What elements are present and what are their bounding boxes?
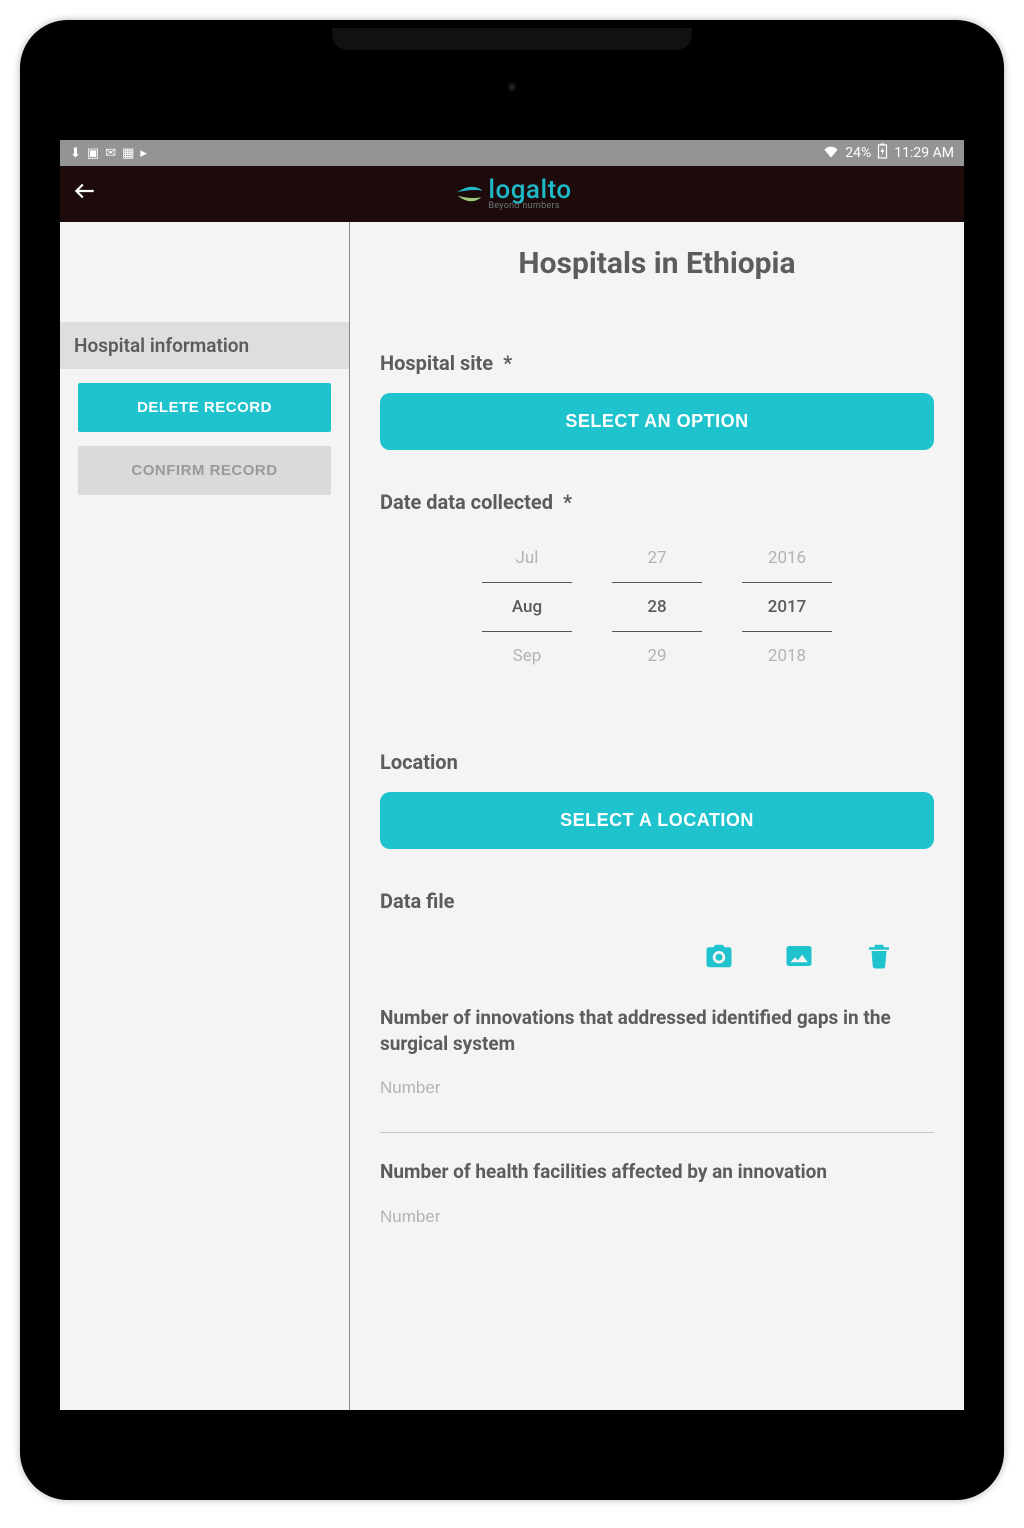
confirm-record-button[interactable]: CONFIRM RECORD — [78, 446, 331, 495]
download-icon: ⬇ — [70, 146, 81, 161]
month-selected[interactable]: Aug — [482, 582, 572, 632]
page-title: Hospitals in Ethiopia — [380, 246, 934, 281]
divider — [380, 1132, 934, 1133]
year-column[interactable]: 2016 2017 2018 — [742, 534, 832, 680]
question-innovations-label: Number of innovations that addressed ide… — [380, 1005, 934, 1056]
day-next[interactable]: 29 — [612, 632, 702, 680]
status-bar: ⬇ ▣ ✉ ▦ ▸ 24% 11:29 AM — [60, 140, 964, 166]
date-collected-label: Date data collected * — [380, 490, 934, 514]
app-logo: logalto Beyond numbers — [452, 177, 571, 211]
app-icon: ▦ — [122, 146, 134, 161]
trash-icon[interactable] — [864, 941, 894, 971]
screen: ⬇ ▣ ✉ ▦ ▸ 24% 11:29 AM — [60, 140, 964, 1410]
hospital-site-label-text: Hospital site — [380, 351, 493, 375]
select-option-button[interactable]: SELECT AN OPTION — [380, 393, 934, 450]
battery-percent: 24% — [845, 145, 871, 161]
app-header: logalto Beyond numbers — [60, 166, 964, 222]
year-next[interactable]: 2018 — [742, 632, 832, 680]
date-collected-label-text: Date data collected — [380, 490, 553, 514]
required-asterisk: * — [503, 351, 512, 375]
select-location-button[interactable]: SELECT A LOCATION — [380, 792, 934, 849]
main-panel: Hospitals in Ethiopia Hospital site * SE… — [350, 222, 964, 1410]
data-file-label: Data file — [380, 889, 934, 913]
location-label: Location — [380, 750, 934, 774]
mail-icon: ✉ — [105, 146, 116, 161]
month-prev[interactable]: Jul — [482, 534, 572, 582]
tablet-camera — [507, 82, 517, 92]
month-column[interactable]: Jul Aug Sep — [482, 534, 572, 680]
camera-icon[interactable] — [704, 941, 734, 971]
content-area: Hospital information DELETE RECORD CONFI… — [60, 222, 964, 1410]
date-picker[interactable]: Jul Aug Sep 27 28 29 2016 2017 2018 — [380, 534, 934, 680]
sidebar: Hospital information DELETE RECORD CONFI… — [60, 222, 350, 1410]
image-icon[interactable] — [784, 941, 814, 971]
tablet-frame: ⬇ ▣ ✉ ▦ ▸ 24% 11:29 AM — [20, 20, 1004, 1500]
logo-icon — [452, 177, 486, 211]
year-selected[interactable]: 2017 — [742, 582, 832, 632]
status-right: 24% 11:29 AM — [823, 143, 954, 163]
logo-tagline: Beyond numbers — [488, 201, 571, 211]
wifi-icon — [823, 144, 839, 162]
required-asterisk: * — [563, 490, 572, 514]
delete-record-button[interactable]: DELETE RECORD — [78, 383, 331, 432]
day-column[interactable]: 27 28 29 — [612, 534, 702, 680]
sidebar-section-title: Hospital information — [60, 322, 349, 369]
day-selected[interactable]: 28 — [612, 582, 702, 632]
hospital-site-label: Hospital site * — [380, 351, 934, 375]
play-icon: ▸ — [140, 146, 147, 161]
day-prev[interactable]: 27 — [612, 534, 702, 582]
logo-name: logalto — [488, 177, 571, 203]
year-prev[interactable]: 2016 — [742, 534, 832, 582]
back-button[interactable] — [72, 178, 112, 211]
innovations-input[interactable] — [380, 1074, 934, 1102]
logo-text-wrap: logalto Beyond numbers — [486, 177, 571, 211]
question-facilities-label: Number of health facilities affected by … — [380, 1159, 934, 1185]
month-next[interactable]: Sep — [482, 632, 572, 680]
screenshot-icon: ▣ — [87, 146, 99, 161]
clock-time: 11:29 AM — [894, 145, 954, 161]
status-left-icons: ⬇ ▣ ✉ ▦ ▸ — [70, 146, 147, 161]
battery-icon — [877, 143, 888, 163]
tablet-notch — [332, 28, 692, 50]
facilities-input[interactable] — [380, 1203, 934, 1231]
data-file-actions — [380, 931, 934, 1005]
